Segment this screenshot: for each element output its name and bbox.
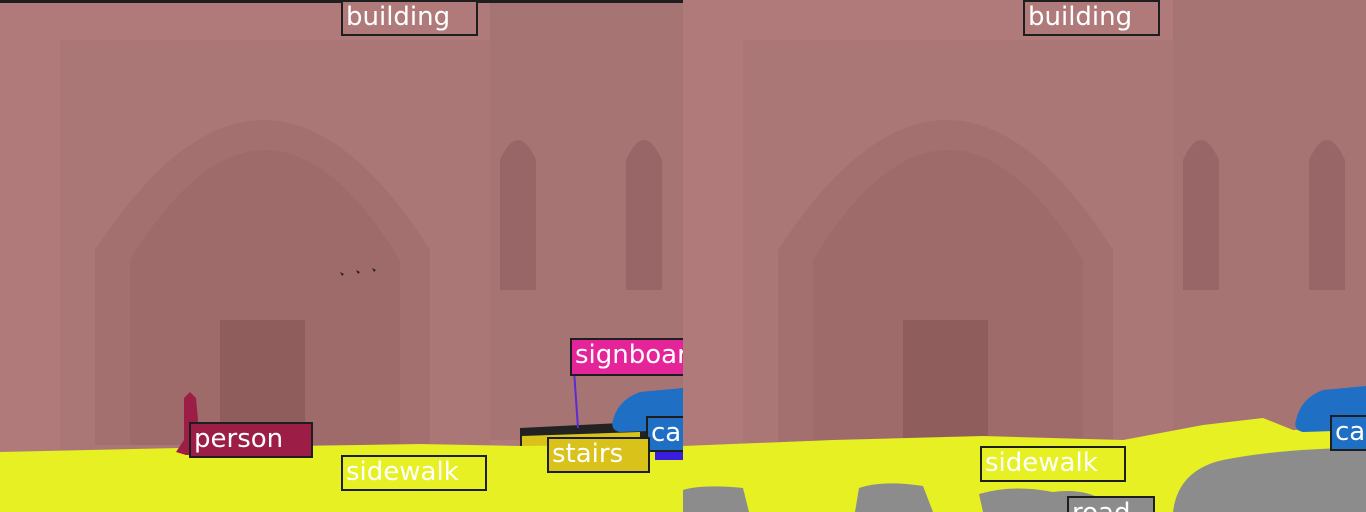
label-car: car	[1330, 415, 1366, 451]
label-building: building	[341, 0, 478, 36]
road-region-1	[683, 486, 749, 512]
label-signboard: signboard	[570, 338, 683, 376]
right-scene	[683, 0, 1366, 512]
road-region-2	[855, 483, 933, 512]
door	[903, 320, 988, 445]
window-left	[500, 140, 536, 290]
label-building: building	[1023, 0, 1160, 36]
left-segmentation-panel: building signboard car person stairs sid…	[0, 0, 683, 512]
label-sidewalk: sidewalk	[980, 446, 1126, 482]
window-right	[626, 140, 662, 290]
left-scene	[0, 0, 683, 512]
label-stairs: stairs	[547, 437, 650, 473]
label-road: road	[1067, 496, 1155, 512]
label-person: person	[189, 422, 313, 458]
label-car: car	[646, 416, 683, 452]
right-segmentation-panel: building car sidewalk road	[683, 0, 1366, 512]
label-sidewalk: sidewalk	[341, 455, 487, 491]
window-right	[1309, 140, 1345, 290]
window-left	[1183, 140, 1219, 290]
